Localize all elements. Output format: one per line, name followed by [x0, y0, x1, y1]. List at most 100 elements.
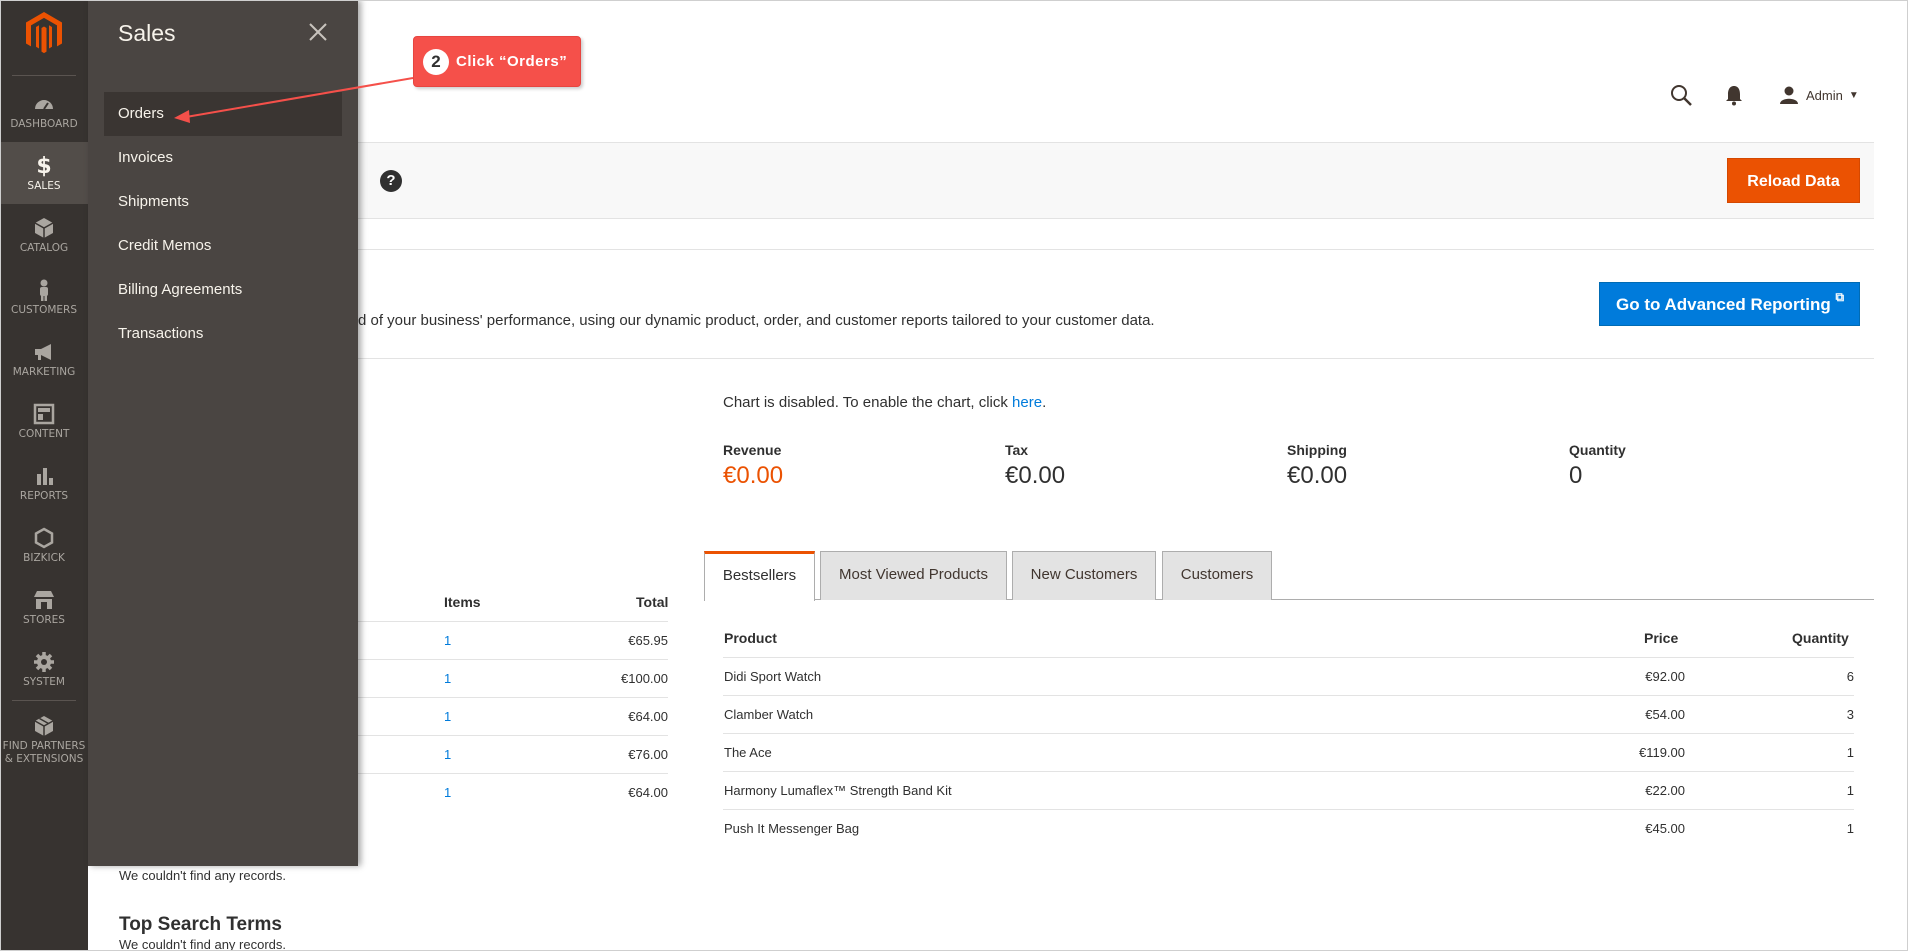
store-icon — [0, 588, 88, 614]
nav-item-reports[interactable]: REPORTS — [0, 452, 88, 514]
product-name: Push It Messenger Bag — [724, 821, 860, 836]
order-items: 1 — [444, 709, 452, 724]
extensions-icon — [0, 714, 88, 740]
product-quantity: 3 — [1846, 707, 1854, 722]
table-row[interactable]: Didi Sport Watch €92.00 6 — [723, 657, 1854, 695]
nav-label-dashboard: DASHBOARD — [10, 118, 78, 130]
total-label: Revenue — [723, 442, 782, 458]
chart-disabled-message: Chart is disabled. To enable the chart, … — [723, 394, 1046, 411]
table-row[interactable]: 1 €64.00 — [358, 697, 668, 735]
product-quantity: 1 — [1846, 821, 1854, 836]
flyout-title: Sales — [118, 20, 176, 46]
product-name: Clamber Watch — [724, 707, 814, 722]
total-value: €0.00 — [723, 462, 784, 489]
product-price: €54.00 — [1645, 707, 1685, 722]
admin-account-menu[interactable]: Admin ▼ — [1780, 84, 1859, 106]
table-row[interactable]: 1 €100.00 — [358, 659, 668, 697]
order-total: €100.00 — [621, 671, 668, 686]
tab-most-viewed-products[interactable]: Most Viewed Products — [820, 551, 1007, 600]
nav-item-system[interactable]: SYSTEM — [0, 638, 88, 700]
order-total: €65.95 — [628, 633, 668, 648]
tutorial-callout: 2 Click “Orders” — [413, 36, 581, 87]
bestsellers-price-header: Price — [1644, 630, 1679, 646]
flyout-item-orders[interactable]: Orders — [104, 92, 342, 136]
product-price: €45.00 — [1645, 821, 1685, 836]
table-row[interactable]: Harmony Lumaflex™ Strength Band Kit €22.… — [723, 771, 1854, 809]
table-row[interactable]: Clamber Watch €54.00 3 — [723, 695, 1854, 733]
bestsellers-product-header: Product — [724, 630, 777, 646]
nav-label-content: CONTENT — [18, 428, 70, 440]
tab-bestsellers[interactable]: Bestsellers — [704, 551, 815, 601]
tab-new-customers[interactable]: New Customers — [1012, 551, 1156, 600]
nav-item-bizkick[interactable]: BIZKICK — [0, 514, 88, 576]
dashboard-icon — [0, 92, 88, 118]
table-row[interactable]: The Ace €119.00 1 — [723, 733, 1854, 771]
table-row[interactable]: 1 €64.00 — [358, 773, 668, 811]
callout-text: Click “Orders” — [456, 53, 568, 70]
bar-chart-icon — [0, 464, 88, 490]
nav-label-stores: STORES — [23, 614, 65, 626]
nav-label-marketing: MARKETING — [12, 366, 76, 378]
order-items: 1 — [444, 747, 452, 762]
hexagon-icon — [0, 526, 88, 552]
bestsellers-quantity-header: Quantity — [1792, 630, 1849, 646]
nav-item-content[interactable]: CONTENT — [0, 390, 88, 452]
total-label: Quantity — [1569, 442, 1626, 458]
total-value: 0 — [1569, 462, 1583, 489]
nav-label-reports: REPORTS — [19, 490, 69, 502]
advanced-reporting-button[interactable]: Go to Advanced Reporting ⧉ — [1599, 282, 1860, 326]
close-icon[interactable] — [306, 20, 330, 44]
help-icon[interactable]: ? — [380, 170, 402, 192]
product-quantity: 6 — [1846, 669, 1854, 684]
order-total: €76.00 — [628, 747, 668, 762]
sales-flyout-menu: Sales Orders Invoices Shipments Credit M… — [88, 0, 358, 866]
flyout-item-credit-memos[interactable]: Credit Memos — [104, 224, 342, 268]
nav-label-find-partners: FIND PARTNERS — [2, 740, 86, 752]
top-search-empty-message: We couldn't find any records. — [119, 937, 286, 951]
person-icon — [0, 278, 88, 304]
nav-item-dashboard[interactable]: DASHBOARD — [0, 80, 88, 142]
table-row[interactable]: 1 €76.00 — [358, 735, 668, 773]
flyout-item-transactions[interactable]: Transactions — [104, 312, 342, 356]
nav-label-catalog: CATALOG — [19, 242, 69, 254]
chart-message-text: Chart is disabled. To enable the chart, … — [723, 394, 1013, 411]
chart-message-suffix: . — [1042, 394, 1047, 411]
advanced-reporting-description: d of your business' performance, using o… — [358, 312, 1155, 329]
megaphone-icon — [0, 340, 88, 366]
flyout-item-shipments[interactable]: Shipments — [104, 180, 342, 224]
order-items: 1 — [444, 671, 452, 686]
total-revenue: Revenue €0.00 — [723, 442, 783, 490]
flyout-item-billing-agreements[interactable]: Billing Agreements — [104, 268, 342, 312]
external-link-icon: ⧉ — [1835, 290, 1845, 304]
notifications-bell-icon[interactable] — [1724, 84, 1744, 106]
nav-item-sales[interactable]: $ SALES — [0, 142, 88, 204]
flyout-item-invoices[interactable]: Invoices — [104, 136, 342, 180]
product-price: €22.00 — [1645, 783, 1685, 798]
table-row[interactable]: 1 €65.95 — [358, 621, 668, 659]
order-items: 1 — [444, 785, 452, 800]
last-orders-total-header: Total — [636, 594, 669, 610]
product-name: The Ace — [724, 745, 772, 760]
nav-item-catalog[interactable]: CATALOG — [0, 204, 88, 266]
top-search-terms-title: Top Search Terms — [119, 914, 282, 935]
product-price: €92.00 — [1645, 669, 1685, 684]
table-row[interactable]: Push It Messenger Bag €45.00 1 — [723, 809, 1854, 847]
tab-customers[interactable]: Customers — [1162, 551, 1272, 600]
user-icon — [1780, 86, 1798, 104]
product-name: Harmony Lumaflex™ Strength Band Kit — [724, 783, 952, 798]
nav-item-find-partners[interactable]: FIND PARTNERS & EXTENSIONS — [0, 702, 88, 772]
nav-item-marketing[interactable]: MARKETING — [0, 328, 88, 390]
last-orders-items-header: Items — [444, 594, 481, 610]
nav-divider — [12, 75, 76, 76]
reload-data-button[interactable]: Reload Data — [1727, 158, 1860, 203]
box-icon — [0, 216, 88, 242]
nav-label-system: SYSTEM — [23, 676, 65, 688]
nav-item-customers[interactable]: CUSTOMERS — [0, 266, 88, 328]
total-value: €0.00 — [1287, 462, 1348, 489]
magento-logo-icon[interactable] — [26, 12, 62, 54]
search-icon[interactable] — [1669, 83, 1693, 107]
enable-chart-link[interactable]: here — [1012, 394, 1042, 411]
callout-step-number: 2 — [423, 49, 449, 75]
nav-item-stores[interactable]: STORES — [0, 576, 88, 638]
product-name: Didi Sport Watch — [724, 669, 822, 684]
